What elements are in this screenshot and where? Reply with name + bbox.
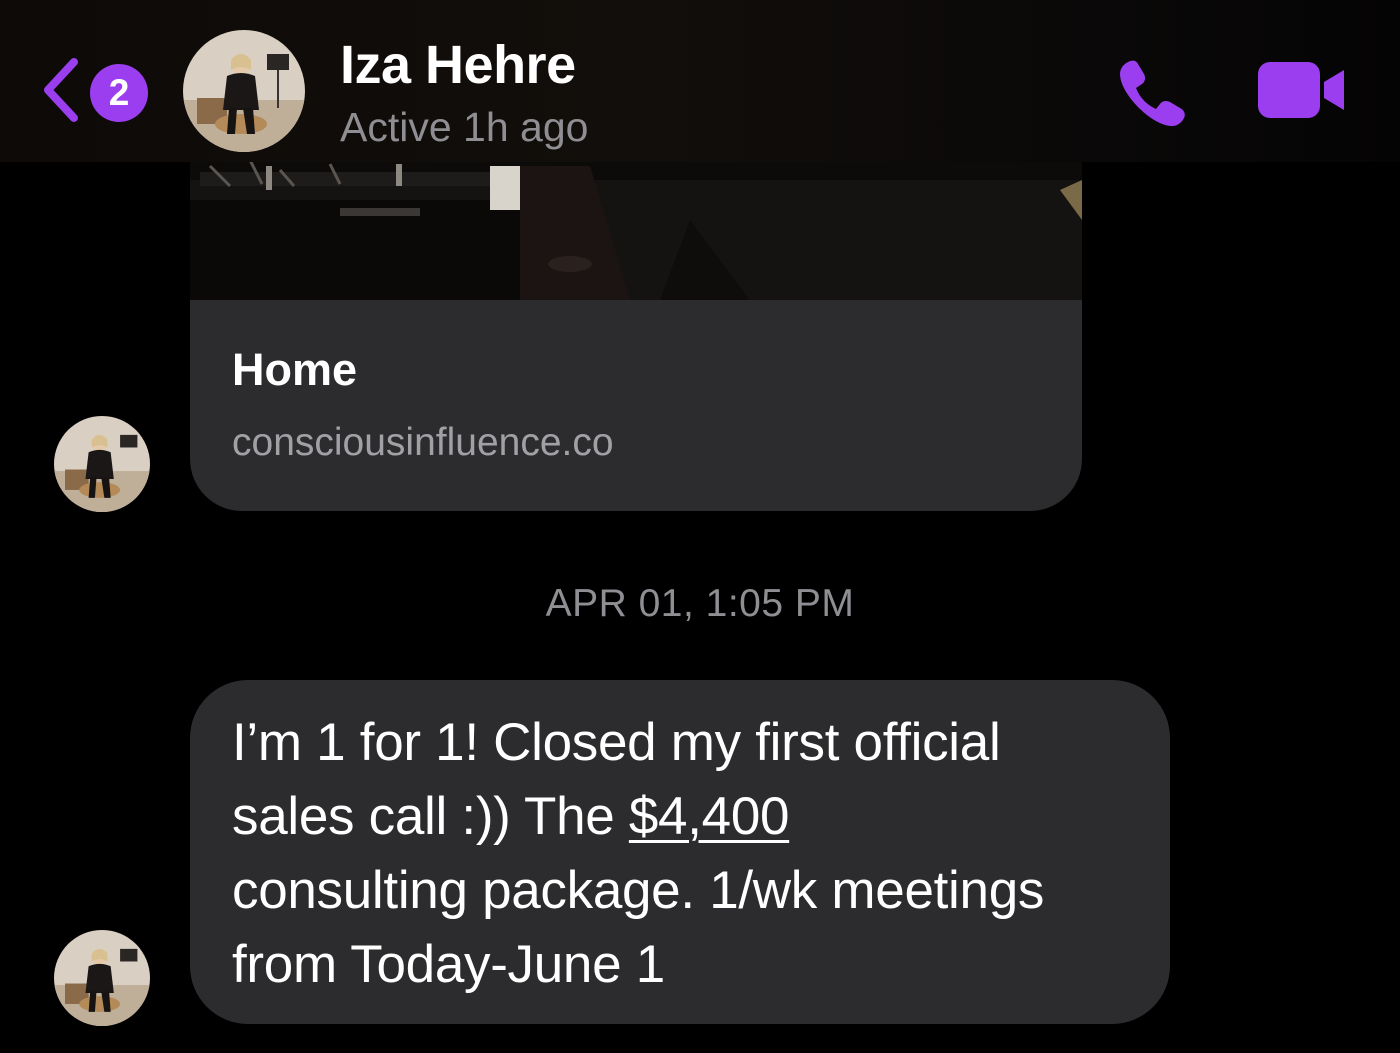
phone-icon bbox=[1120, 60, 1185, 126]
avatar-photo bbox=[54, 930, 150, 1026]
message-text-line: I’m 1 for 1! Closed my first official bbox=[232, 713, 1001, 772]
price-link[interactable]: $4,400 bbox=[629, 787, 790, 846]
unread-count-badge: 2 bbox=[90, 64, 148, 122]
audio-call-button[interactable] bbox=[1114, 52, 1194, 132]
sender-avatar[interactable] bbox=[54, 416, 150, 512]
back-button[interactable]: 2 bbox=[38, 54, 150, 126]
message-text-line: consulting package. 1/wk meetings bbox=[232, 861, 1045, 920]
chevron-left-icon bbox=[44, 58, 78, 122]
contact-name[interactable]: Iza Hehre bbox=[340, 34, 576, 96]
contact-status: Active 1h ago bbox=[340, 104, 589, 150]
message-bubble[interactable]: I’m 1 for 1! Closed my first official sa… bbox=[190, 680, 1170, 1024]
sender-avatar[interactable] bbox=[54, 930, 150, 1026]
message-text-segment: sales call :)) The bbox=[232, 787, 629, 846]
link-preview-title: Home bbox=[232, 344, 358, 395]
avatar-photo bbox=[54, 416, 150, 512]
chat-header: 2 Iza Hehre Active 1h ago bbox=[0, 0, 1400, 162]
avatar-photo bbox=[183, 30, 305, 152]
video-camera-icon bbox=[1258, 62, 1344, 118]
video-call-button[interactable] bbox=[1256, 58, 1348, 122]
message-text-line: sales call :)) The $4,400 bbox=[232, 780, 1130, 854]
contact-avatar[interactable] bbox=[183, 30, 305, 152]
link-preview-domain: consciousinfluence.co bbox=[232, 421, 614, 464]
message-text-line: from Today-June 1 bbox=[232, 935, 665, 994]
message-timestamp: APR 01, 1:05 PM bbox=[545, 582, 855, 625]
